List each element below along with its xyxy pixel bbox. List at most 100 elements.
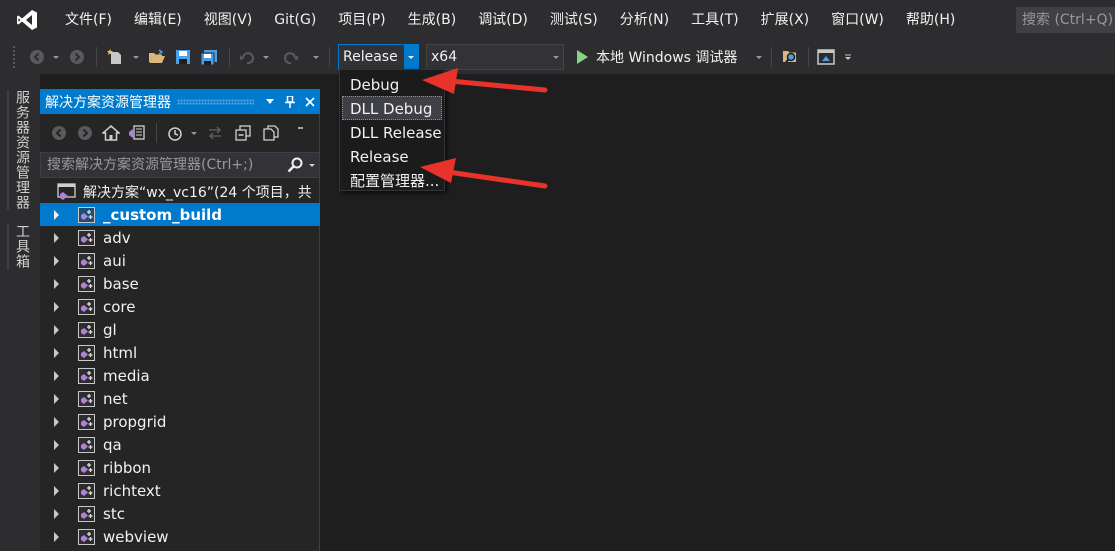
redo-icon[interactable] <box>280 44 302 70</box>
expand-arrow-icon[interactable] <box>54 370 59 381</box>
search-icon[interactable] <box>287 157 303 181</box>
filter-dropdown-icon[interactable] <box>188 120 200 146</box>
open-folder-icon[interactable] <box>146 44 168 70</box>
project-node[interactable]: qa <box>40 433 320 456</box>
expand-arrow-icon[interactable] <box>54 324 59 335</box>
project-node[interactable]: aui <box>40 249 320 272</box>
toolbar-separator <box>808 47 809 67</box>
collapse-all-icon[interactable] <box>232 120 254 146</box>
undo-icon[interactable] <box>236 44 258 70</box>
browser-link-icon[interactable] <box>814 44 838 70</box>
close-icon[interactable] <box>300 89 320 114</box>
undo-dropdown-icon[interactable] <box>260 44 272 70</box>
start-debugging-dropdown-icon[interactable] <box>753 44 765 70</box>
show-all-files-icon[interactable] <box>260 120 282 146</box>
menu-edit[interactable]: 编辑(E) <box>123 0 193 40</box>
visual-studio-logo-icon[interactable] <box>0 0 54 40</box>
redo-dropdown-icon[interactable] <box>310 44 322 70</box>
chevron-down-icon[interactable] <box>549 45 563 69</box>
option-configuration-manager[interactable]: 配置管理器... <box>342 168 442 192</box>
menu-analyze[interactable]: 分析(N) <box>609 0 680 40</box>
menu-view[interactable]: 视图(V) <box>193 0 264 40</box>
expand-arrow-icon[interactable] <box>54 393 59 404</box>
project-node[interactable]: adv <box>40 226 320 249</box>
solution-platform-combo[interactable]: x64 <box>426 44 564 70</box>
project-node[interactable]: _custom_build <box>40 203 320 226</box>
project-node[interactable]: media <box>40 364 320 387</box>
search-placeholder: 搜索解决方案资源管理器(Ctrl+;) <box>47 157 254 173</box>
expand-arrow-icon[interactable] <box>54 347 59 358</box>
solution-explorer-search-input[interactable]: 搜索解决方案资源管理器(Ctrl+;) <box>40 152 320 178</box>
project-node[interactable]: html <box>40 341 320 364</box>
expand-arrow-icon[interactable] <box>54 508 59 519</box>
expand-arrow-icon[interactable] <box>54 255 59 266</box>
menu-tools[interactable]: 工具(T) <box>680 0 749 40</box>
project-node[interactable]: gl <box>40 318 320 341</box>
option-debug[interactable]: Debug <box>342 72 442 96</box>
home-icon[interactable] <box>100 120 122 146</box>
solution-root-node[interactable]: 解决方案“wx_vc16”(24 个项目，共 <box>40 180 320 203</box>
cpp-project-icon <box>78 298 95 315</box>
back-icon[interactable] <box>26 44 48 70</box>
search-options-dropdown-icon[interactable] <box>309 164 315 167</box>
solution-explorer-title-bar[interactable]: 解决方案资源管理器 <box>40 89 320 114</box>
project-node[interactable]: ribbon <box>40 456 320 479</box>
project-node[interactable]: richtext <box>40 479 320 502</box>
start-debugging-button[interactable]: 本地 Windows 调试器 <box>572 44 737 70</box>
chevron-down-icon[interactable] <box>404 45 418 69</box>
project-node[interactable]: webview <box>40 525 320 548</box>
project-node[interactable]: core <box>40 295 320 318</box>
pending-changes-filter-icon[interactable] <box>164 120 186 146</box>
search-box[interactable]: 搜索 (Ctrl+Q) <box>1016 7 1115 33</box>
menu-help[interactable]: 帮助(H) <box>895 0 966 40</box>
project-node[interactable]: net <box>40 387 320 410</box>
server-explorer-tab[interactable]: 服务器资源管理器 <box>12 90 32 210</box>
option-dll-debug[interactable]: DLL Debug <box>342 96 442 120</box>
sync-icon[interactable] <box>204 120 226 146</box>
solution-configuration-combo[interactable]: Release <box>338 44 419 70</box>
expand-arrow-icon[interactable] <box>54 485 59 496</box>
expand-arrow-icon[interactable] <box>54 232 59 243</box>
new-project-icon[interactable] <box>104 44 128 70</box>
toolbox-tab[interactable]: 工具箱 <box>12 224 32 269</box>
forward-icon[interactable] <box>74 120 96 146</box>
menu-test[interactable]: 测试(S) <box>539 0 609 40</box>
option-dll-release[interactable]: DLL Release <box>342 120 442 144</box>
expand-arrow-icon[interactable] <box>54 301 59 312</box>
save-all-icon[interactable] <box>198 44 220 70</box>
menu-file[interactable]: 文件(F) <box>54 0 123 40</box>
project-label: net <box>103 389 128 408</box>
menu-debug[interactable]: 调试(D) <box>467 0 539 40</box>
back-icon[interactable] <box>48 120 70 146</box>
project-label: _custom_build <box>103 205 223 224</box>
menu-extensions[interactable]: 扩展(X) <box>750 0 821 40</box>
expand-arrow-icon[interactable] <box>54 462 59 473</box>
expand-arrow-icon[interactable] <box>54 531 59 542</box>
toolbar-grip[interactable] <box>12 45 16 69</box>
new-project-dropdown-icon[interactable] <box>130 44 142 70</box>
switch-views-icon[interactable] <box>126 120 148 146</box>
project-node[interactable]: propgrid <box>40 410 320 433</box>
menu-window[interactable]: 窗口(W) <box>820 0 895 40</box>
toolbar-separator <box>229 47 230 67</box>
save-icon[interactable] <box>172 44 194 70</box>
toolbar-overflow-icon[interactable] <box>842 44 854 70</box>
expand-arrow-icon[interactable] <box>54 439 59 450</box>
menu-project[interactable]: 项目(P) <box>327 0 396 40</box>
menu-build[interactable]: 生成(B) <box>397 0 468 40</box>
configuration-value: Release <box>343 49 398 65</box>
back-dropdown-icon[interactable] <box>50 44 62 70</box>
menu-git[interactable]: Git(G) <box>263 0 327 40</box>
window-position-icon[interactable] <box>260 89 280 114</box>
expand-arrow-icon[interactable] <box>54 416 59 427</box>
expand-arrow-icon[interactable] <box>54 209 59 220</box>
find-in-files-icon[interactable] <box>778 44 802 70</box>
project-node[interactable]: base <box>40 272 320 295</box>
option-release[interactable]: Release <box>342 144 442 168</box>
properties-icon[interactable] <box>292 120 314 146</box>
menu-bar: 文件(F) 编辑(E) 视图(V) Git(G) 项目(P) 生成(B) 调试(… <box>0 0 1115 40</box>
expand-arrow-icon[interactable] <box>54 278 59 289</box>
forward-icon[interactable] <box>66 44 88 70</box>
project-node[interactable]: stc <box>40 502 320 525</box>
pin-icon[interactable] <box>280 89 300 114</box>
